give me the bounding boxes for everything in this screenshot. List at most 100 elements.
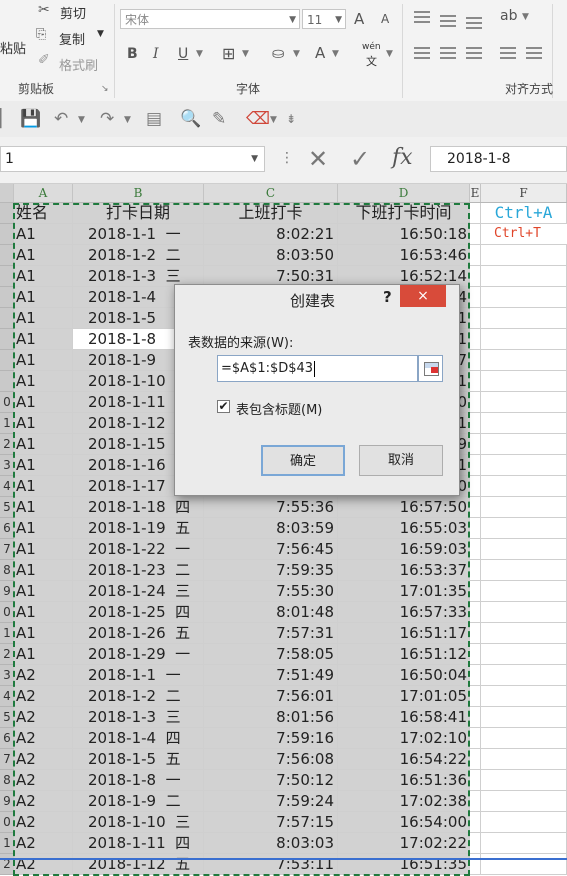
cell-name[interactable]: A1 [14,224,73,245]
row-number[interactable] [0,224,14,245]
cell[interactable] [470,581,481,602]
shrink-font-button[interactable]: A [381,12,389,26]
cell-name[interactable]: A1 [14,413,73,434]
header-clock-in[interactable]: 上班打卡 [204,203,338,224]
cell-name[interactable]: A2 [14,665,73,686]
cell[interactable] [481,392,567,413]
cell[interactable] [470,203,481,224]
note-ctrl-a[interactable]: Ctrl+A [481,203,567,224]
cell-clock-out[interactable]: 16:54:22 [338,749,470,770]
cell-name[interactable]: A1 [14,497,73,518]
chevron-down-icon[interactable]: ▼ [78,115,85,125]
row-number[interactable] [0,287,14,308]
cell-clock-in[interactable]: 8:01:48 [204,602,338,623]
row-number[interactable]: 8 [0,770,14,791]
cell-clock-out[interactable]: 17:01:35 [338,581,470,602]
cell[interactable] [470,518,481,539]
cell[interactable] [481,476,567,497]
cell-name[interactable]: A1 [14,245,73,266]
cell[interactable] [481,434,567,455]
cell-clock-in[interactable]: 8:01:56 [204,707,338,728]
cell-clock-in[interactable]: 7:51:49 [204,665,338,686]
underline-button[interactable]: U [178,46,188,62]
cell[interactable] [470,371,481,392]
align-right-icon[interactable] [466,44,482,62]
cell[interactable] [481,497,567,518]
cell[interactable] [470,434,481,455]
cell-name[interactable]: A1 [14,476,73,497]
borders-icon[interactable]: ⊞ [222,44,235,63]
cell[interactable] [481,560,567,581]
cell-clock-in[interactable]: 7:56:01 [204,686,338,707]
row-number[interactable]: 1 [0,833,14,854]
save-icon[interactable]: 💾 [20,109,41,129]
row-number[interactable]: 8 [0,560,14,581]
orientation-icon[interactable]: ab [500,8,517,24]
cell[interactable] [470,266,481,287]
row-number[interactable]: 2 [0,644,14,665]
row-number[interactable]: 1 [0,413,14,434]
cell[interactable] [481,833,567,854]
formula-input[interactable]: 2018-1-8 [430,146,567,172]
copy-icon[interactable]: ⎘ [36,27,46,42]
cell[interactable] [481,329,567,350]
has-headers-checkbox[interactable]: ✔ [217,400,230,413]
cell-clock-out[interactable]: 16:53:37 [338,560,470,581]
cell[interactable] [470,686,481,707]
cell-clock-in[interactable]: 7:55:30 [204,581,338,602]
cell[interactable] [481,455,567,476]
phonetic-button[interactable]: wén [362,42,381,52]
chevron-down-icon[interactable]: ▼ [332,49,339,59]
cell-name[interactable]: A1 [14,644,73,665]
cell-name[interactable]: A1 [14,518,73,539]
row-number[interactable]: 0 [0,812,14,833]
cut-button[interactable]: 剪切 [60,3,86,22]
cell[interactable] [481,287,567,308]
align-bottom-icon[interactable] [466,14,482,32]
row-number[interactable]: 7 [0,539,14,560]
cell[interactable] [470,602,481,623]
cell-clock-in[interactable]: 8:02:21 [204,224,338,245]
customize-qat-icon[interactable]: ⇟ [286,112,296,126]
row-number[interactable]: 5 [0,707,14,728]
row-number[interactable] [0,245,14,266]
cell-date[interactable]: 2018-1-11 四 [73,833,204,854]
row-number[interactable]: 3 [0,455,14,476]
row-number[interactable]: 0 [0,602,14,623]
cell-name[interactable]: A1 [14,287,73,308]
column-header-a[interactable]: A [14,184,73,202]
confirm-entry-icon[interactable]: ✓ [350,145,370,173]
format-painter-icon[interactable]: ✎ [212,109,226,129]
cell[interactable] [470,413,481,434]
row-number[interactable] [0,203,14,224]
cell-clock-out[interactable]: 16:53:46 [338,245,470,266]
column-header-e[interactable]: E [470,184,481,202]
cell-clock-out[interactable]: 16:54:00 [338,812,470,833]
cell-clock-out[interactable]: 16:51:36 [338,770,470,791]
cell-name[interactable]: A1 [14,308,73,329]
chevron-down-icon[interactable]: ▼ [522,12,529,22]
cell-name[interactable]: A2 [14,770,73,791]
cell[interactable] [481,308,567,329]
cell-clock-out[interactable]: 16:58:41 [338,707,470,728]
cell[interactable] [481,623,567,644]
insert-function-button[interactable]: fx [392,145,413,170]
horizontal-scrollbar[interactable] [0,858,567,860]
cell-date[interactable]: 2018-1-26 五 [73,623,204,644]
cell-clock-out[interactable]: 16:50:18 [338,224,470,245]
cell[interactable] [470,224,481,245]
cell[interactable] [470,749,481,770]
row-number[interactable]: 9 [0,581,14,602]
cell-clock-in[interactable]: 7:59:35 [204,560,338,581]
cell-date[interactable]: 2018-1-18 四 [73,497,204,518]
cell[interactable] [481,812,567,833]
cell-date[interactable]: 2018-1-8 一 [73,770,204,791]
cell-date[interactable]: 2018-1-2 二 [73,686,204,707]
cell[interactable] [481,644,567,665]
cell-clock-in[interactable]: 7:56:08 [204,749,338,770]
cell-date[interactable]: 2018-1-19 五 [73,518,204,539]
cell-clock-out[interactable]: 16:51:12 [338,644,470,665]
column-header-c[interactable]: C [204,184,338,202]
row-number[interactable]: 1 [0,623,14,644]
row-number[interactable] [0,266,14,287]
